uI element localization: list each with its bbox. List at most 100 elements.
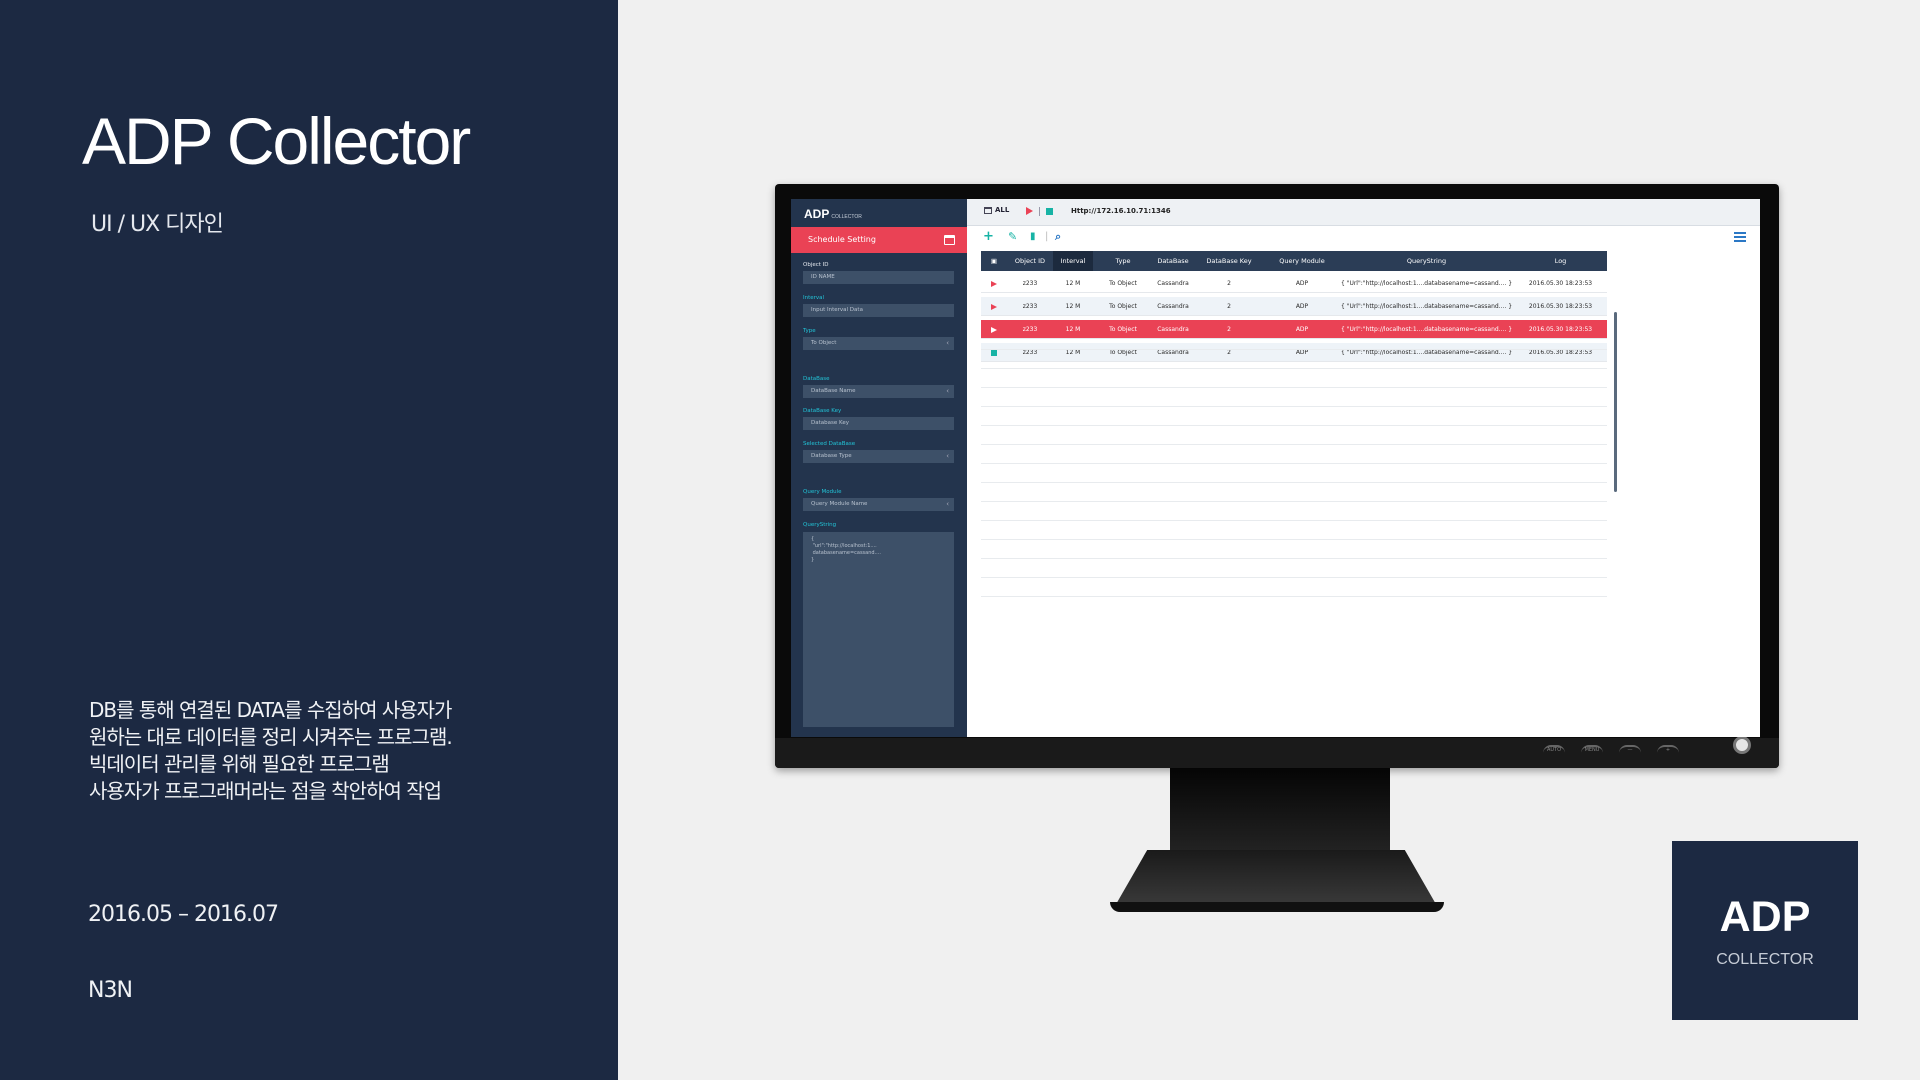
app-sidebar: ADP COLLECTOR Schedule Setting Object ID … — [791, 199, 967, 737]
table-cell: ADP — [1295, 303, 1309, 310]
list-icon[interactable] — [1734, 232, 1746, 242]
row-status[interactable] — [981, 343, 1007, 362]
search-icon[interactable]: ⌕ — [1055, 229, 1061, 245]
table-cell: 12 M — [1065, 326, 1081, 333]
row-status[interactable] — [981, 297, 1007, 316]
all-filter-button[interactable]: ALL — [984, 206, 1009, 214]
chevron-left-icon: ‹ — [946, 387, 949, 395]
play-icon[interactable] — [1026, 207, 1033, 215]
column-header[interactable]: Query Module — [1265, 251, 1339, 271]
add-icon[interactable]: + — [983, 229, 994, 245]
stop-icon[interactable] — [991, 349, 997, 356]
column-header[interactable]: Type — [1093, 251, 1153, 271]
project-description: DB를 통해 연결된 DATA를 수집하여 사용자가 원하는 대로 데이터를 정… — [89, 697, 453, 805]
table-cell: { "Url":"http://localhost:1....databasen… — [1340, 303, 1513, 310]
database-select-value: DataBase Name — [811, 388, 856, 394]
column-header[interactable]: DataBase — [1153, 251, 1193, 271]
row-status[interactable] — [981, 320, 1007, 339]
empty-row-line — [981, 463, 1607, 464]
table-row[interactable]: z233 12 M To Object Cassandra 2 ADP { "Url":"h… — [981, 274, 1607, 293]
monitor-plus-button: + — [1657, 745, 1679, 759]
app-screen: ADP COLLECTOR Schedule Setting Object ID … — [791, 199, 1760, 737]
divider — [1039, 207, 1040, 216]
table-cell: To Object — [1109, 303, 1137, 310]
table-row[interactable]: z233 12 M To Object Cassandra 2 ADP { "Url":"h… — [981, 297, 1607, 316]
object-id-input[interactable]: ID NAME — [803, 271, 954, 284]
type-select-value: To Object — [811, 340, 837, 346]
empty-row-line — [981, 520, 1607, 521]
column-header[interactable]: Object ID — [1007, 251, 1053, 271]
description-line: 빅데이터 관리를 위해 필요한 프로그램 — [89, 752, 390, 776]
save-icon[interactable] — [944, 235, 955, 245]
edit-icon[interactable]: ✎ — [1008, 229, 1017, 245]
label-object-id: Object ID — [803, 262, 829, 268]
label-database: DataBase — [803, 376, 830, 382]
empty-row-line — [981, 558, 1607, 559]
app-logo-text: ADP — [804, 207, 830, 221]
table-cell: ADP — [1295, 349, 1309, 356]
project-subtitle: UI / UX 디자인 — [91, 212, 224, 237]
table-cell: { "Url":"http://localhost:1....databasen… — [1340, 349, 1513, 356]
selected-database-select[interactable]: Database Type ‹ — [803, 450, 954, 463]
table-cell: 2016.05.30 18:23:53 — [1528, 326, 1593, 333]
table-cell: { "Url":"http://localhost:1....databasen… — [1340, 326, 1513, 333]
table-header: ▣ Object ID Interval Type DataBase DataB… — [981, 251, 1607, 271]
logo-card: ADP COLLECTOR — [1672, 841, 1858, 1020]
table-cell: z233 — [1022, 303, 1038, 310]
play-icon[interactable] — [991, 280, 997, 287]
table-cell: 12 M — [1065, 349, 1081, 356]
row-status[interactable] — [981, 274, 1007, 293]
play-icon[interactable] — [991, 303, 997, 310]
app-logo-sub: COLLECTOR — [831, 214, 862, 220]
project-title: ADP Collector — [82, 104, 471, 178]
label-query-module: Query Module — [803, 489, 842, 495]
empty-row-line — [981, 406, 1607, 407]
calendar-icon: ▣ — [990, 257, 998, 265]
schedule-setting-title: Schedule Setting — [808, 235, 876, 244]
query-module-value: Query Module Name — [811, 501, 868, 507]
column-header[interactable]: Log — [1514, 251, 1607, 271]
table-cell: 2016.05.30 18:23:53 — [1528, 280, 1593, 287]
table-cell: To Object — [1109, 349, 1137, 356]
calendar-icon — [984, 206, 992, 214]
database-select[interactable]: DataBase Name ‹ — [803, 385, 954, 398]
interval-input[interactable]: Input Interval Data — [803, 304, 954, 317]
query-module-select[interactable]: Query Module Name ‹ — [803, 498, 954, 511]
monitor-stand-base — [1115, 850, 1437, 906]
table-cell: Cassandra — [1157, 303, 1189, 310]
app-toolbar: + ✎ ▮ | ⌕ — [967, 226, 1760, 250]
label-interval: Interval — [803, 295, 825, 301]
chevron-left-icon: ‹ — [946, 339, 949, 347]
table-cell: z233 — [1022, 326, 1038, 333]
description-line: DB를 통해 연결된 DATA를 수집하여 사용자가 — [89, 698, 452, 722]
label-querystring: QueryString — [803, 522, 837, 528]
table-cell: z233 — [1022, 349, 1038, 356]
column-header[interactable]: DataBase Key — [1193, 251, 1265, 271]
empty-row-line — [981, 577, 1607, 578]
table-cell: Cassandra — [1157, 280, 1189, 287]
column-header[interactable]: Interval — [1053, 251, 1093, 271]
database-key-input[interactable]: Database Key — [803, 417, 954, 430]
play-icon[interactable] — [991, 326, 997, 333]
chevron-left-icon: ‹ — [946, 452, 949, 460]
table-cell: Cassandra — [1157, 349, 1189, 356]
empty-row-line — [981, 501, 1607, 502]
empty-row-line — [981, 349, 1607, 350]
app-topbar: ALL Http://172.16.10.71:1346 — [967, 199, 1760, 226]
table-cell: 2 — [1227, 349, 1231, 356]
column-header[interactable]: QueryString — [1339, 251, 1514, 271]
querystring-textarea[interactable]: { "url":"http://localhost:1.... database… — [803, 532, 954, 727]
delete-icon[interactable]: ▮ — [1030, 229, 1036, 245]
scrollbar[interactable] — [1614, 312, 1617, 492]
table-row[interactable]: z233 12 M To Object Cassandra 2 ADP { "Url":"h… — [981, 320, 1607, 339]
description-line: 원하는 대로 데이터를 정리 시켜주는 프로그램. — [89, 725, 453, 749]
server-url: Http://172.16.10.71:1346 — [1071, 207, 1171, 215]
monitor-menu-button: MENU — [1581, 745, 1603, 759]
schedule-setting-header[interactable]: Schedule Setting — [791, 227, 967, 253]
stop-icon[interactable] — [1046, 208, 1053, 215]
table-cell: z233 — [1022, 280, 1038, 287]
type-select[interactable]: To Object ‹ — [803, 337, 954, 350]
chevron-left-icon: ‹ — [946, 500, 949, 508]
table-row[interactable]: z233 12 M To Object Cassandra 2 ADP { "Url":"h… — [981, 343, 1607, 362]
logo-card-subtitle: COLLECTOR — [1716, 951, 1814, 968]
